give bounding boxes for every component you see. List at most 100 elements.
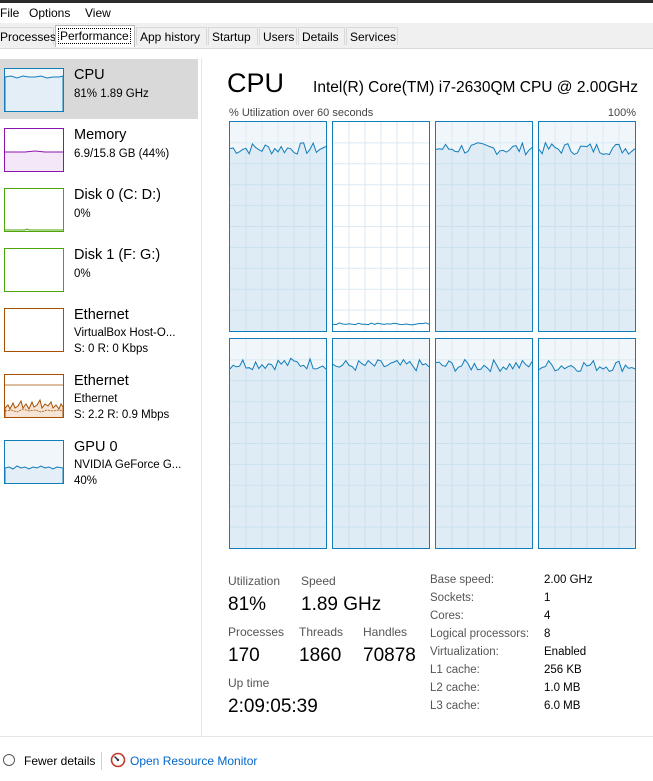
core-usage-area [539,142,635,331]
sidebar-item-cpu[interactable]: CPU 81% 1.89 GHz [0,59,198,119]
core-graph-plot [333,339,429,548]
sidebar-item-subtitle: 0% [74,268,91,280]
utilization-graph-max: 100% [607,107,636,119]
fewer-details-button[interactable]: Fewer details [24,754,95,768]
core-graph-plot [436,122,532,331]
tab-label: Processes [0,30,57,44]
tab-details[interactable]: Details [298,27,345,45]
processes-label: Processes [228,625,285,639]
disk-0-thumbnail-graph [4,188,64,232]
detail-label: L3 cache: [430,700,480,712]
handles-label: Handles [363,625,408,639]
tab-label: Performance [58,28,131,44]
detail-value: 2.00 GHz [544,574,593,586]
speed-label: Speed [301,574,336,588]
sidebar-item-throughput: S: 0 R: 0 Kbps [74,343,149,355]
core-graph [332,338,430,549]
sidebar-item-title: Ethernet [74,373,129,389]
core-graph [435,338,533,549]
sidebar-item-disk-0[interactable]: Disk 0 (C: D:) 0% [0,179,198,239]
footer-separator [101,752,102,770]
core-graph-plot [230,122,326,331]
detail-label: Sockets: [430,592,475,604]
memory-thumbnail-graph [4,128,64,172]
sidebar-item-throughput: S: 2.2 R: 0.9 Mbps [74,409,170,421]
tab-users[interactable]: Users [259,27,297,45]
cpu-thumbnail-graph [4,68,64,112]
sidebar-item-memory[interactable]: Memory 6.9/15.8 GB (44%) [0,119,198,179]
core-graph [332,121,430,332]
detail-label: Logical processors: [430,628,530,640]
sidebar-item-title: Memory [74,127,127,143]
menu-bar: File Options View [0,3,653,23]
threads-label: Threads [299,625,344,639]
core-graph [435,121,533,332]
utilization-graph-label: % Utilization over 60 seconds [229,107,374,119]
logical-processor-graphs [229,121,637,549]
sidebar-item-subtitle: 0% [74,208,91,220]
tab-performance[interactable]: Performance [55,25,135,47]
tab-services[interactable]: Services [346,27,398,45]
core-graph [538,338,636,549]
sidebar-item-title: CPU [74,67,105,83]
sidebar-item-subtitle: 81% 1.89 GHz [74,88,149,100]
sidebar-item-usage: 40% [74,475,98,487]
utilization-value: 81% [228,594,267,615]
sidebar-item-subtitle: NVIDIA GeForce G... [74,459,182,471]
processes-value: 170 [228,645,260,666]
core-usage-area [333,359,429,548]
sidebar-item-title: Disk 0 (C: D:) [74,187,161,203]
sidebar-item-title: Disk 1 (F: G:) [74,247,161,263]
threads-value: 1860 [299,645,342,666]
core-usage-area [230,142,326,331]
detail-label: L2 cache: [430,682,480,694]
open-resource-monitor-link[interactable]: Open Resource Monitor [130,754,257,768]
detail-label: Cores: [430,610,464,622]
core-usage-area [436,142,532,331]
core-graph-plot [230,339,326,548]
core-usage-area [436,359,532,548]
utilization-label: Utilization [228,574,281,588]
tab-strip: Processes Performance App history Startu… [0,23,653,49]
menu-options[interactable]: Options [29,6,70,20]
menu-file[interactable]: File [0,6,19,20]
detail-value: 4 [544,610,551,622]
tab-processes[interactable]: Processes [0,27,57,45]
sidebar-item-subtitle: 6.9/15.8 GB (44%) [74,148,170,160]
sidebar-item-title: Ethernet [74,307,129,323]
resource-sidebar: CPU 81% 1.89 GHz Memory 6.9/15.8 GB (44%… [0,58,200,708]
core-graph-plot [539,122,635,331]
uptime-label: Up time [228,676,270,690]
page-title: CPU [227,68,285,98]
ethernet-thumbnail-graph [4,308,64,352]
uptime-value: 2:09:05:39 [228,696,318,717]
tab-startup[interactable]: Startup [208,27,258,45]
tab-app-history[interactable]: App history [136,27,207,45]
core-graph [229,338,327,549]
detail-label: Virtualization: [430,646,499,658]
sidebar-item-ethernet-virtualbox[interactable]: Ethernet VirtualBox Host-O... S: 0 R: 0 … [0,299,198,359]
tab-label: Services [350,30,397,44]
detail-label: Base speed: [430,574,494,586]
detail-value: 1.0 MB [544,682,581,694]
sidebar-item-ethernet[interactable]: Ethernet Ethernet S: 2.2 R: 0.9 Mbps [0,365,198,425]
sidebar-item-subtitle: VirtualBox Host-O... [74,327,176,339]
core-graph-plot [333,122,429,331]
handles-value: 70878 [363,645,416,666]
sidebar-item-title: GPU 0 [74,439,118,455]
core-graph [229,121,327,332]
resource-monitor-icon[interactable] [110,752,126,768]
menu-view[interactable]: View [85,6,111,20]
sidebar-item-gpu-0[interactable]: GPU 0 NVIDIA GeForce G... 40% [0,431,198,491]
core-graph [538,121,636,332]
detail-value: 8 [544,628,551,640]
core-graph-plot [436,339,532,548]
sidebar-item-subtitle: Ethernet [74,393,118,405]
speed-value: 1.89 GHz [301,594,382,615]
cpu-model-name: Intel(R) Core(TM) i7-2630QM CPU @ 2.00GH… [313,79,638,96]
detail-value: Enabled [544,646,587,658]
detail-value: 6.0 MB [544,700,581,712]
sidebar-item-disk-1[interactable]: Disk 1 (F: G:) 0% [0,239,198,299]
detail-value: 1 [544,592,551,604]
chevron-up-icon[interactable] [3,754,15,766]
